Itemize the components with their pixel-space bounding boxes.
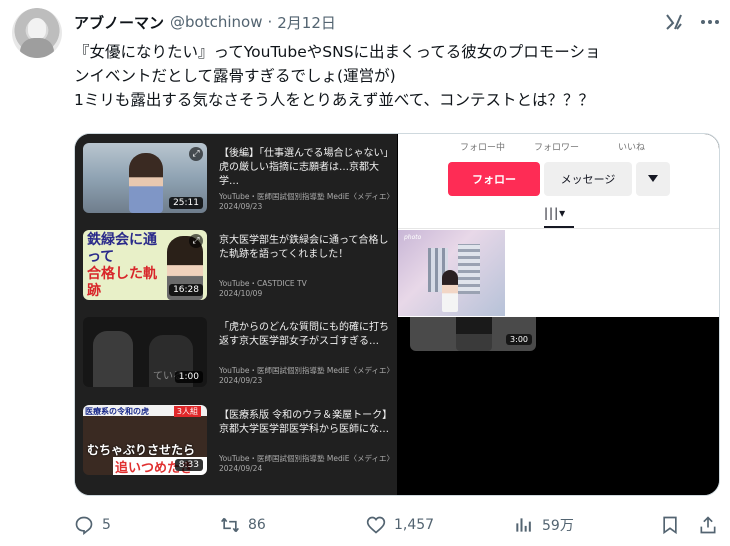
avatar-face [28, 18, 46, 40]
video-channel: YouTube・医師国試個別指導塾 MediE〈メディエ〉 [219, 366, 391, 375]
video-channel: YouTube・CASTDICE TV [219, 279, 307, 288]
thumbnail-caption: 3人組 [173, 406, 201, 417]
tiktok-profile-header: フォロー中 フォロワー いいね フォロー メッセージ |||▾ [398, 134, 719, 228]
video-channel: YouTube・医師国試個別指導塾 MediE〈メディエ〉 [219, 192, 391, 201]
thumbnail-caption: photo [404, 234, 422, 241]
expand-icon: ⤢ [189, 147, 203, 161]
video-channel: YouTube・医師国試個別指導塾 MediE〈メディエ〉 [219, 454, 391, 463]
video-duration: 1:00 [174, 371, 203, 383]
like-count: 1,457 [394, 517, 435, 533]
video-title[interactable]: 「虎からのどんな質問にも的確に打ち返す京大医学部女子がスゴすぎる… [219, 321, 391, 349]
tweet-media[interactable]: ⤢ 25:11 【後編】「仕事選んでる場合じゃない」虎の厳しい指摘に志願者は…京… [74, 133, 720, 496]
youtube-result[interactable]: ⤢ 25:11 【後編】「仕事選んでる場合じゃない」虎の厳しい指摘に志願者は…京… [83, 143, 393, 213]
video-thumbnail[interactable]: 鉄緑会に通って 合格した軌跡 ⤢ 16:28 [83, 230, 207, 300]
reply-count: 5 [102, 517, 111, 533]
videos-tab-icon[interactable]: |||▾ [544, 206, 566, 220]
video-date: 2024/10/09 [219, 289, 263, 298]
video-thumbnail[interactable]: 医療系の令和の虎 3人組 むちゃぶりさせたら 追いつめたきます 8:33 [83, 405, 207, 475]
heart-icon [366, 516, 386, 534]
grok-icon[interactable] [664, 12, 684, 32]
thumbnail-person [442, 270, 458, 312]
thumbnail-person [129, 153, 163, 213]
more-options-icon[interactable] [700, 12, 720, 32]
author-name[interactable]: アブノーマン [74, 12, 164, 33]
thumbnail-person [93, 331, 133, 387]
video-title[interactable]: 【医療系版 令和のウラ＆楽屋トーク】京都大学医学部医学科から医師にな… [219, 409, 391, 437]
youtube-result[interactable]: 医療系の令和の虎 3人組 むちゃぶりさせたら 追いつめたきます 8:33 【医療… [83, 405, 393, 475]
stat-label-following: フォロー中 [460, 143, 506, 153]
tiktok-video-grid: photo [398, 228, 719, 317]
video-duration: 3:00 [506, 334, 532, 345]
video-duration: 8:33 [174, 459, 203, 471]
bookmark-icon [663, 516, 677, 535]
youtube-search-panel: ⤢ 25:11 【後編】「仕事選んでる場合じゃない」虎の厳しい指摘に志願者は…京… [75, 134, 397, 495]
tiktok-video-preview[interactable]: 3:00 [410, 317, 536, 351]
video-title[interactable]: 【後編】「仕事選んでる場合じゃない」虎の厳しい指摘に志願者は…京都大学… [219, 147, 391, 189]
video-date: 2024/09/23 [219, 202, 263, 211]
views-count: 59万 [542, 518, 574, 534]
share-button[interactable] [698, 512, 726, 538]
tiktok-video-thumbnail[interactable]: photo [398, 230, 505, 316]
reply-icon [75, 516, 93, 535]
thumbnail-caption: 鉄緑会に通って 合格した軌跡 [87, 232, 157, 299]
tiktok-profile-panel: フォロー中 フォロワー いいね フォロー メッセージ |||▾ photo 3:… [398, 134, 719, 495]
video-thumbnail[interactable]: ⤢ 25:11 [83, 143, 207, 213]
like-button[interactable]: 1,457 [366, 512, 434, 538]
tweet-date[interactable]: 2月12日 [277, 12, 336, 33]
video-date: 2024/09/24 [219, 464, 263, 473]
avatar[interactable] [12, 8, 62, 58]
video-duration: 16:28 [169, 284, 203, 296]
thumbnail-person [456, 317, 492, 351]
expand-icon: ⤢ [189, 234, 203, 248]
repost-button[interactable]: 86 [220, 512, 266, 538]
tweet-text: 『女優になりたい』ってYouTubeやSNSに出まくってる彼女のプロモーショ ン… [74, 43, 601, 109]
repost-count: 86 [248, 517, 266, 533]
bookmark-button[interactable] [660, 512, 688, 538]
reply-button[interactable]: 5 [74, 512, 111, 538]
author-handle[interactable]: @botchinow [170, 13, 262, 31]
stat-label-followers: フォロワー [534, 143, 580, 153]
thumbnail-caption: むちゃぶりさせたら [87, 443, 196, 457]
views-button[interactable]: 59万 [514, 512, 574, 538]
video-duration: 25:11 [169, 197, 203, 209]
stat-label-likes: いいね [618, 143, 646, 153]
follow-button[interactable]: フォロー [448, 162, 540, 196]
thumbnail-caption: 医療系の令和の虎 [85, 407, 149, 416]
share-icon [700, 516, 716, 534]
dropdown-button[interactable] [636, 162, 670, 196]
message-button[interactable]: メッセージ [544, 162, 632, 196]
tweet-action-bar: 5 86 1,457 59万 [74, 512, 720, 538]
repost-icon [221, 517, 239, 533]
views-chart-icon [516, 518, 531, 532]
window-decoration [458, 244, 480, 294]
video-thumbnail[interactable]: ている 1:00 [83, 317, 207, 387]
youtube-result[interactable]: 鉄緑会に通って 合格した軌跡 ⤢ 16:28 京大医学部生が鉄緑会に通って合格した… [83, 230, 393, 300]
tweet-header: アブノーマン @botchinow · 2月12日 [74, 10, 336, 34]
youtube-result[interactable]: ている 1:00 「虎からのどんな質問にも的確に打ち返す京大医学部女子がスゴすぎ… [83, 317, 393, 387]
video-title[interactable]: 京大医学部生が鉄緑会に通って合格した軌跡を語ってくれました！ [219, 234, 391, 262]
separator-dot: · [267, 13, 273, 31]
video-date: 2024/09/23 [219, 376, 263, 385]
caret-down-icon [648, 175, 658, 182]
avatar-body [20, 38, 54, 58]
